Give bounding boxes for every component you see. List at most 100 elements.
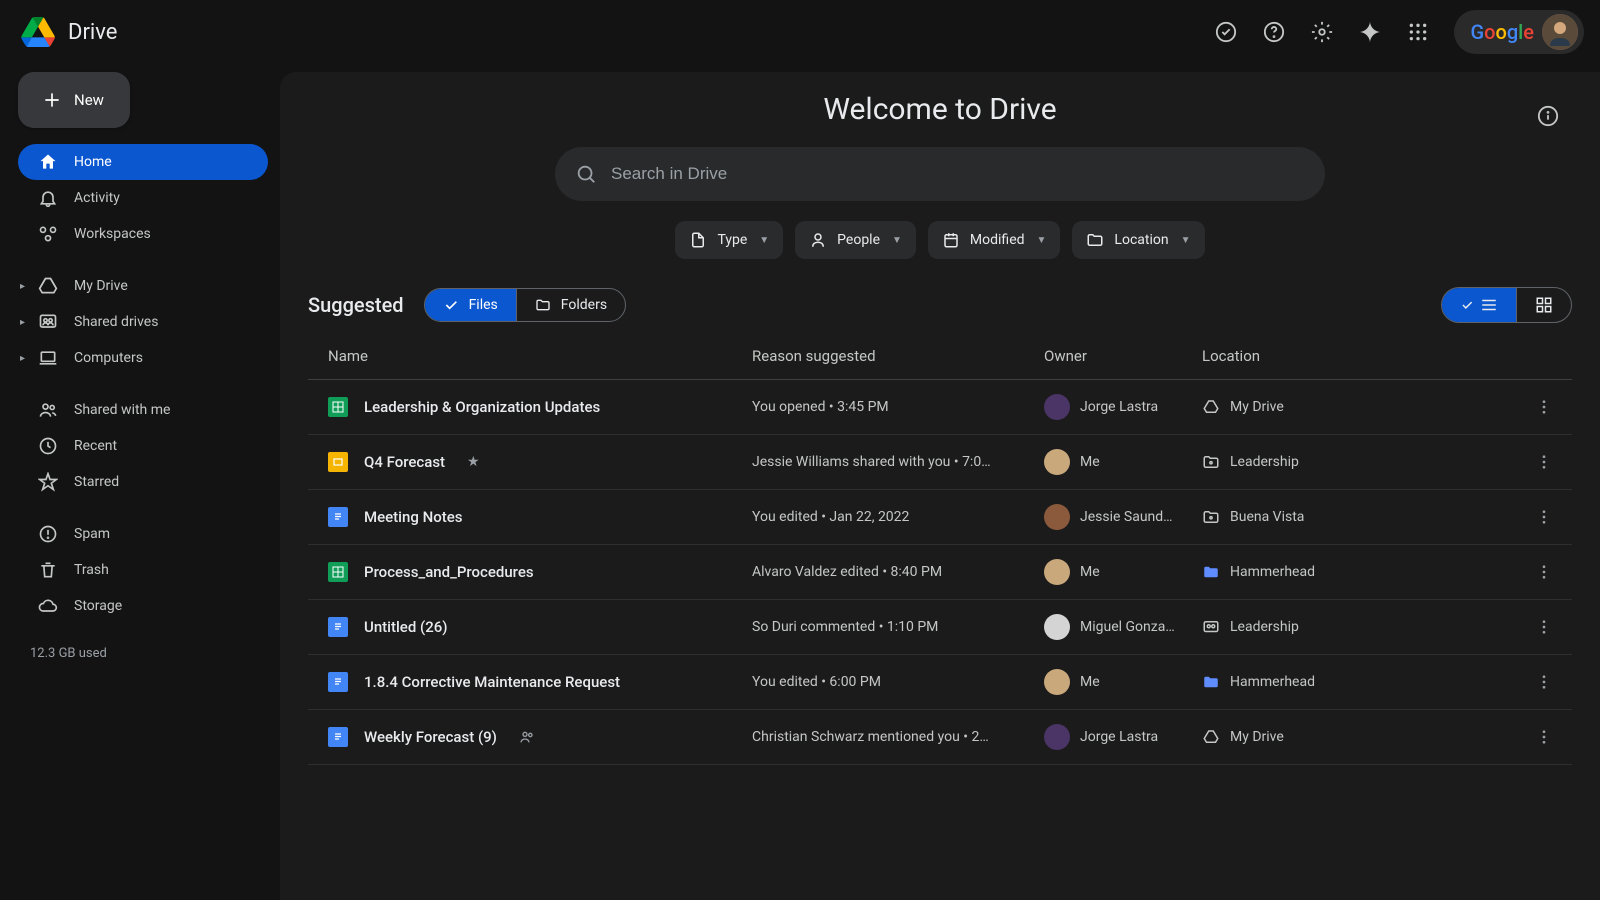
location-icon	[1202, 618, 1220, 636]
file-type-icon	[328, 727, 348, 747]
table-row[interactable]: 1.8.4 Corrective Maintenance RequestYou …	[308, 655, 1572, 710]
account-switcher[interactable]: Google	[1454, 10, 1584, 54]
sidebar-item-trash[interactable]: Trash	[18, 552, 268, 588]
storage-used: 12.3 GB used	[18, 640, 268, 661]
toggle-files[interactable]: Files	[425, 289, 516, 321]
star-icon	[38, 472, 58, 492]
chevron-down-icon: ▼	[892, 235, 902, 246]
file-type-icon	[328, 507, 348, 527]
search-bar[interactable]	[555, 147, 1325, 201]
toggle-folders[interactable]: Folders	[516, 289, 625, 321]
help-icon[interactable]	[1254, 12, 1294, 52]
location-cell[interactable]: Hammerhead	[1202, 673, 1524, 691]
location-cell[interactable]: My Drive	[1202, 398, 1524, 416]
expand-icon[interactable]: ▸	[20, 353, 25, 364]
filter-chip-modified[interactable]: Modified▼	[928, 221, 1061, 259]
more-actions-button[interactable]	[1524, 673, 1564, 691]
expand-icon[interactable]: ▸	[20, 317, 25, 328]
location-cell[interactable]: Buena Vista	[1202, 508, 1524, 526]
more-actions-button[interactable]	[1524, 618, 1564, 636]
file-name-cell: Leadership & Organization Updates	[316, 397, 752, 417]
filter-chip-location[interactable]: Location▼	[1072, 221, 1204, 259]
table-row[interactable]: Meeting NotesYou edited • Jan 22, 2022Je…	[308, 490, 1572, 545]
list-view-button[interactable]	[1442, 288, 1516, 322]
new-button-label: New	[74, 91, 104, 109]
owner-cell: Jorge Lastra	[1044, 724, 1202, 750]
owner-avatar	[1044, 449, 1070, 475]
apps-grid-icon[interactable]	[1398, 12, 1438, 52]
more-actions-button[interactable]	[1524, 398, 1564, 416]
sidebar-item-recent[interactable]: Recent	[18, 428, 268, 464]
sidebar-item-label: Computers	[74, 350, 143, 366]
col-header-name[interactable]: Name	[316, 347, 752, 365]
sidebar-item-workspaces[interactable]: Workspaces	[18, 216, 268, 252]
drive-logo-icon	[16, 10, 60, 54]
table-row[interactable]: Q4 Forecast★Jessie Williams shared with …	[308, 435, 1572, 490]
more-actions-button[interactable]	[1524, 508, 1564, 526]
new-button[interactable]: New	[18, 72, 130, 128]
sidebar-item-home[interactable]: Home	[18, 144, 268, 180]
more-actions-button[interactable]	[1524, 453, 1564, 471]
person-icon	[809, 231, 827, 249]
more-actions-button[interactable]	[1524, 728, 1564, 746]
filter-chip-type[interactable]: Type▼	[675, 221, 783, 259]
filter-chips: Type▼ People▼ Modified▼ Location▼	[308, 221, 1572, 259]
table-row[interactable]: Leadership & Organization UpdatesYou ope…	[308, 380, 1572, 435]
location-cell[interactable]: Leadership	[1202, 453, 1524, 471]
location-icon	[1202, 728, 1220, 746]
logo-area[interactable]: Drive	[16, 10, 296, 54]
settings-icon[interactable]	[1302, 12, 1342, 52]
col-header-location[interactable]: Location	[1202, 347, 1524, 365]
sidebar-item-activity[interactable]: Activity	[18, 180, 268, 216]
location-icon	[1202, 453, 1220, 471]
location-name: My Drive	[1230, 729, 1284, 745]
location-name: Hammerhead	[1230, 564, 1315, 580]
sidebar-item-spam[interactable]: Spam	[18, 516, 268, 552]
col-header-reason[interactable]: Reason suggested	[752, 347, 1044, 365]
shared-drives-icon	[38, 312, 58, 332]
sidebar-item-starred[interactable]: Starred	[18, 464, 268, 500]
more-actions-button[interactable]	[1524, 563, 1564, 581]
grid-view-button[interactable]	[1516, 288, 1571, 322]
table-row[interactable]: Untitled (26)So Duri commented • 1:10 PM…	[308, 600, 1572, 655]
col-header-owner[interactable]: Owner	[1044, 347, 1202, 365]
bell-icon	[38, 188, 58, 208]
owner-cell: Jessie Saund…	[1044, 504, 1202, 530]
file-name: Q4 Forecast	[364, 453, 445, 471]
files-table: Name Reason suggested Owner Location Lea…	[308, 335, 1572, 765]
table-row[interactable]: Weekly Forecast (9)Christian Schwarz men…	[308, 710, 1572, 765]
star-icon[interactable]: ★	[467, 454, 480, 470]
google-logo-text: Google	[1470, 20, 1534, 44]
owner-avatar	[1044, 559, 1070, 585]
file-name: Untitled (26)	[364, 618, 448, 636]
gemini-icon[interactable]	[1350, 12, 1390, 52]
sidebar-item-computers[interactable]: ▸ Computers	[18, 340, 268, 376]
file-type-icon	[328, 672, 348, 692]
more-vert-icon	[1535, 398, 1553, 416]
calendar-icon	[942, 231, 960, 249]
owner-avatar	[1044, 669, 1070, 695]
table-row[interactable]: Process_and_ProceduresAlvaro Valdez edit…	[308, 545, 1572, 600]
sidebar-item-shared-drives[interactable]: ▸Shared drives	[18, 304, 268, 340]
search-input[interactable]	[611, 164, 1305, 184]
location-cell[interactable]: My Drive	[1202, 728, 1524, 746]
sidebar: New HomeActivityWorkspaces ▸My Drive▸Sha…	[0, 64, 280, 900]
reason-cell: You opened • 3:45 PM	[752, 399, 1044, 415]
sidebar-item-storage[interactable]: Storage	[18, 588, 268, 624]
location-cell[interactable]: Hammerhead	[1202, 563, 1524, 581]
info-icon[interactable]	[1528, 96, 1568, 136]
filter-chip-people[interactable]: People▼	[795, 221, 916, 259]
owner-cell: Me	[1044, 449, 1202, 475]
owner-name: Miguel Gonza…	[1080, 619, 1175, 635]
offline-ready-icon[interactable]	[1206, 12, 1246, 52]
sidebar-item-shared-with-me[interactable]: Shared with me	[18, 392, 268, 428]
location-cell[interactable]: Leadership	[1202, 618, 1524, 636]
suggested-label: Suggested	[308, 293, 404, 317]
sidebar-item-my-drive[interactable]: ▸My Drive	[18, 268, 268, 304]
expand-icon[interactable]: ▸	[20, 281, 25, 292]
check-icon	[443, 297, 459, 313]
folder-icon	[535, 297, 551, 313]
plus-icon	[42, 90, 62, 110]
check-icon	[1460, 298, 1474, 312]
file-name-cell: Q4 Forecast ★	[316, 452, 752, 472]
